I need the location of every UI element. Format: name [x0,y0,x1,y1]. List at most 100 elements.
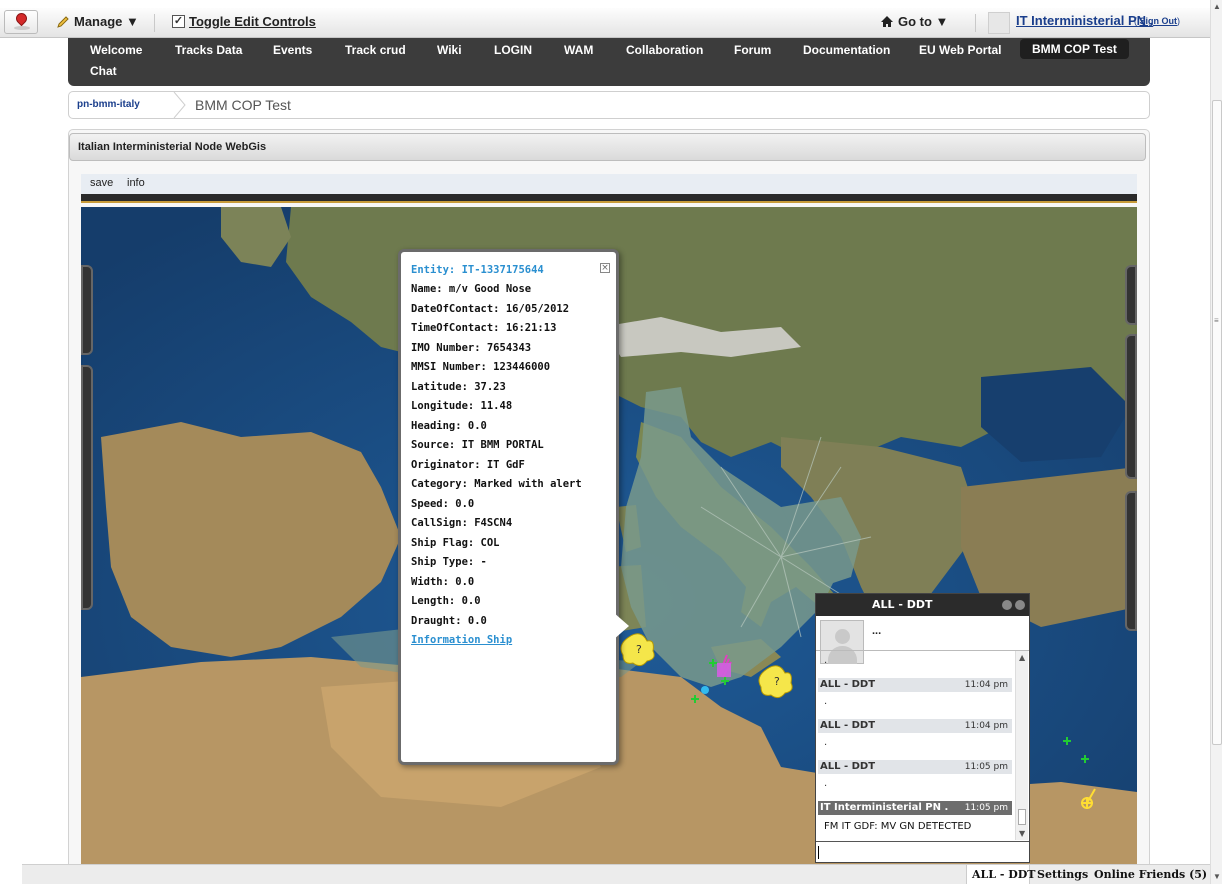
nav-item-collaboration[interactable]: Collaboration [626,43,703,57]
popup-field: Ship Type: - [411,556,487,568]
nav-item-events[interactable]: Events [273,43,312,57]
popup-field: Source: IT BMM PORTAL [411,439,544,451]
nav-item-forum[interactable]: Forum [734,43,771,57]
divider [975,14,976,32]
chat-time: 11:04 pm [964,721,1008,731]
divider [154,14,155,32]
chat-input[interactable] [816,841,1029,862]
signout-label: Sign Out [1139,16,1178,26]
popup-field: Length: 0.0 [411,595,481,607]
portlet-title: Italian Interministerial Node WebGis [78,141,267,153]
goto-label: Go to ▼ [898,14,949,29]
chat-message-header: ALL - DDT 11:05 pm [818,760,1012,774]
chat-sender: ALL - DDT [820,720,876,731]
pan-control[interactable] [81,265,93,355]
online-friends-tab[interactable]: Online Friends (5) [1094,868,1207,881]
chevron-right-icon [173,92,186,118]
chat-message-text: . [824,696,828,707]
page-scrollbar[interactable]: ▲ ≡ ▼ [1210,0,1222,884]
popup-pointer [613,612,629,640]
chat-message-header: ALL - DDT 11:04 pm [818,719,1012,733]
map-ruler [81,194,1137,203]
nav-item-chat[interactable]: Chat [90,64,117,78]
zoom-control[interactable] [81,365,93,610]
popup-field: Name: m/v Good Nose [411,283,532,295]
chat-message-header: IT Interministerial PN . 11:05 pm [818,801,1012,815]
chat-time: 11:04 pm [964,680,1008,690]
checkbox-icon: ✓ [172,15,185,28]
goto-menu[interactable]: Go to ▼ [880,14,948,29]
manage-menu[interactable]: Manage ▼ [56,14,139,29]
toggle-label: Toggle Edit Controls [189,14,316,29]
chat-time: 11:05 pm [964,762,1008,772]
legend-control[interactable] [1125,491,1137,631]
chat-sender: IT Interministerial PN . [820,802,949,813]
popup-field: DateOfContact: 16/05/2012 [411,303,570,315]
dockbar: Manage ▼ ✓ Toggle Edit Controls Go to ▼ … [0,8,1210,38]
save-button[interactable]: save [90,177,113,189]
chat-header[interactable]: ALL - DDT [816,594,1029,616]
nav-item-track-crud[interactable]: Track crud [345,43,406,57]
nav-item-eu-web-portal[interactable]: EU Web Portal [919,43,1001,57]
nav-item-tracks-data[interactable]: Tracks Data [175,43,242,57]
popup-field: Draught: 0.0 [411,615,487,627]
nav-item-wam[interactable]: WAM [564,43,593,57]
close-icon[interactable] [1015,600,1025,610]
chat-sender: ALL - DDT [820,679,876,690]
scroll-thumb[interactable] [1018,809,1026,825]
entity-info-popup: × Entity: IT-1337175644 Name: m/v Good N… [398,249,619,765]
scroll-up-icon[interactable]: ▲ [1019,653,1025,662]
chat-time: 11:05 pm [964,803,1008,813]
close-icon[interactable]: × [600,263,610,273]
scroll-thumb[interactable] [1212,100,1222,745]
sign-out-link[interactable]: ( Sign Out) [1134,16,1180,26]
popup-field: Originator: IT GdF [411,459,525,471]
nav-item-bmm-cop-test[interactable]: BMM COP Test [1020,39,1129,59]
user-avatar[interactable] [988,12,1010,34]
home-icon [881,16,893,27]
popup-field: Heading: 0.0 [411,420,487,432]
breadcrumb-page[interactable]: BMM COP Test [195,97,291,113]
chat-message-text: FM IT GDF: MV GN DETECTED [824,821,972,832]
popup-field: Longitude: 11.48 [411,400,513,412]
chat-window: ALL - DDT ... . ALL - DDT 11:04 pm . ALL… [815,593,1030,863]
settings-tab[interactable]: Settings [1037,868,1088,881]
chat-messages: . ALL - DDT 11:04 pm . ALL - DDT 11:04 p… [816,650,1029,840]
popup-field: Latitude: 37.23 [411,381,506,393]
manage-label: Manage ▼ [74,14,139,29]
scroll-up-icon[interactable]: ▲ [1213,2,1221,11]
pencil-icon [57,15,69,28]
signout-suffix: ) [1177,16,1180,26]
popup-field: Speed: 0.0 [411,498,475,510]
breadcrumb: pn-bmm-italy BMM COP Test [68,91,1150,119]
information-ship-link[interactable]: Information Ship [411,634,512,646]
overview-control[interactable] [1125,334,1137,479]
layer-control[interactable] [1125,265,1137,325]
popup-field: Ship Flag: COL [411,537,500,549]
minimize-icon[interactable] [1002,600,1012,610]
chat-message-text: . [824,778,828,789]
scroll-grip-icon: ≡ [1214,316,1219,325]
nav-item-wiki[interactable]: Wiki [437,43,462,57]
breadcrumb-site[interactable]: pn-bmm-italy [77,99,140,110]
info-button[interactable]: info [127,177,145,189]
popup-field: IMO Number: 7654343 [411,342,532,354]
popup-entity-id: Entity: IT-1337175644 [411,264,544,276]
nav-item-documentation[interactable]: Documentation [803,43,890,57]
chat-scrollbar[interactable]: ▲ ▼ [1015,651,1028,840]
main-navigation: Welcome Tracks Data Events Track crud Wi… [68,38,1150,86]
popup-field: CallSign: F4SCN4 [411,517,513,529]
chat-title: ALL - DDT [872,598,933,611]
chat-message-text: . [824,737,828,748]
nav-item-welcome[interactable]: Welcome [90,43,142,57]
chat-tab-all-ddt[interactable]: ALL - DDT [972,868,1036,881]
chat-message-header: ALL - DDT 11:04 pm [818,678,1012,692]
scroll-down-icon[interactable]: ▼ [1213,872,1221,881]
toggle-edit-controls[interactable]: ✓ Toggle Edit Controls [172,14,316,29]
map-pin-icon[interactable] [4,10,38,34]
scroll-down-icon[interactable]: ▼ [1019,829,1025,838]
chat-bar: ALL - DDT Settings Online Friends (5) [22,864,1210,884]
user-name-link[interactable]: IT Interministerial PN . [1016,13,1153,28]
chat-status: ... [872,625,882,637]
nav-item-login[interactable]: LOGIN [494,43,532,57]
